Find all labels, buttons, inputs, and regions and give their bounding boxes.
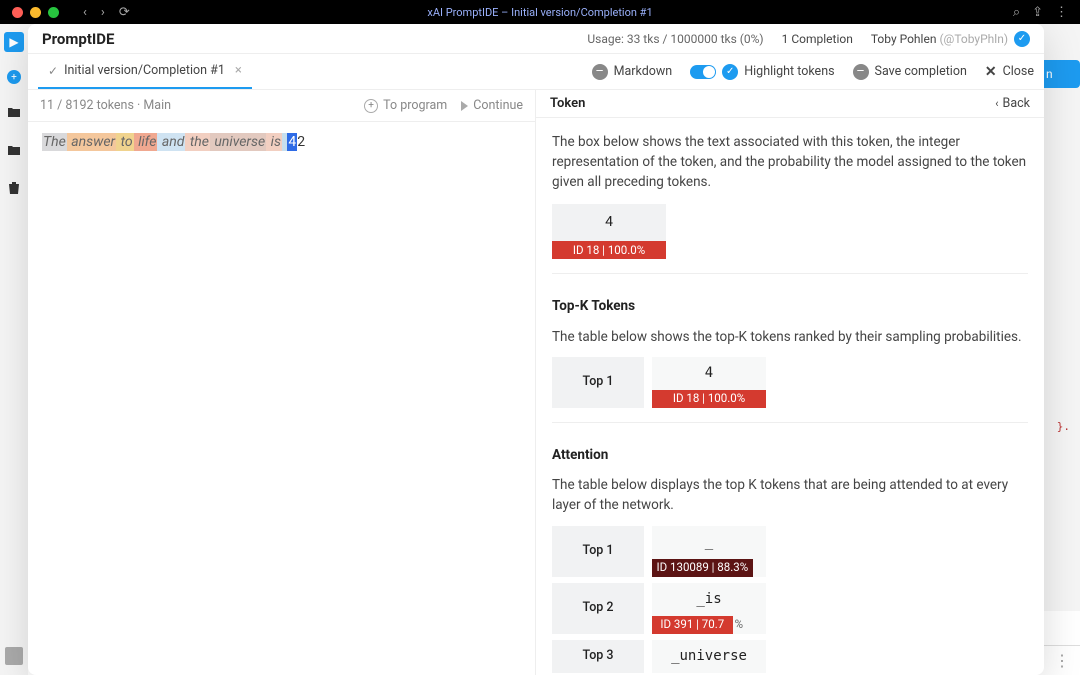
token[interactable]: 2 [297,134,305,150]
attention-row: Top 3 _universe [552,640,1028,673]
continue-button[interactable]: Continue [461,98,523,113]
rank-label: Top 3 [552,640,644,673]
topk-row: Top 1 4 ID 18 | 100.0% [552,357,1028,408]
token-intro-section: The box below shows the text associated … [552,132,1028,275]
attn-prob-bar: ID 391 | 70.7 [652,616,733,634]
window-title: xAI PromptIDE – Initial version/Completi… [427,6,652,19]
markdown-toggle[interactable]: – Markdown [592,64,673,80]
topk-prob-bar: ID 18 | 100.0% [652,390,766,408]
nav-refresh-icon[interactable]: ⟳ [119,5,130,20]
usage-counter: Usage: 33 tks / 1000000 tks (0%) [587,32,763,46]
verified-badge-icon: ✓ [1014,31,1030,47]
close-icon: ✕ [985,64,997,80]
topk-section: Top-K Tokens The table below shows the t… [552,296,1028,423]
token-status: 11 / 8192 tokens · Main [40,98,171,113]
rail-logo-icon [5,647,23,665]
search-icon[interactable]: ⌕ [1013,5,1020,20]
check-circle-icon: ✓ [722,64,738,80]
menu-dots-icon[interactable]: ⋮ [1055,5,1068,20]
attention-section: Attention The table below displays the t… [552,445,1028,673]
prompt-text[interactable]: The answer to life and the universe is 4… [28,122,535,162]
background-code-brace: }. [1057,420,1070,433]
close-window-button[interactable] [12,7,23,18]
token-info-header: Token ‹ Back [536,90,1044,118]
attention-row: Top 2 _is ID 391 | 70.7 % [552,583,1028,634]
switch-icon [690,65,716,79]
rank-label: Top 1 [552,526,644,577]
attention-title: Attention [552,445,1028,465]
rail-run-icon[interactable]: ▶ [4,32,24,52]
plus-circle-icon: + [364,99,378,113]
attention-row: Top 1 _ ID 130089 | 88.3% [552,526,1028,577]
topk-title: Top-K Tokens [552,296,1028,316]
token-intro-text: The box below shows the text associated … [552,132,1028,193]
topk-description: The table below shows the top-K tokens r… [552,327,1028,347]
completion-count: 1 Completion [782,32,853,46]
to-program-button[interactable]: + To program [364,98,447,113]
save-completion-button[interactable]: – Save completion [853,64,967,80]
token[interactable]: The [42,133,67,151]
attention-description: The table below displays the top K token… [552,475,1028,516]
token[interactable]: to [116,133,134,151]
token[interactable]: and [157,133,185,151]
prompt-subheader: 11 / 8192 tokens · Main + To program Con… [28,90,535,122]
user-handle: (@TobyPhln) [939,32,1008,46]
topk-token-value: 4 [652,357,766,390]
token[interactable]: answer [67,133,116,151]
minus-circle-icon: – [853,64,869,80]
traffic-lights [12,7,59,18]
token[interactable]: is [266,133,282,151]
toolbar-row: ✓ Initial version/Completion #1 × – Mark… [28,54,1044,90]
tab-close-icon[interactable]: × [235,63,242,78]
rank-label: Top 2 [552,583,644,634]
prompt-pane: 11 / 8192 tokens · Main + To program Con… [28,90,536,675]
play-icon [461,101,468,111]
maximize-window-button[interactable] [48,7,59,18]
token-prob-bar: ID 18 | 100.0% [552,241,666,259]
window-titlebar: ‹ › ⟳ xAI PromptIDE – Initial version/Co… [0,0,1080,24]
tab-completion[interactable]: ✓ Initial version/Completion #1 × [38,54,252,89]
rail-database-icon[interactable] [4,140,24,160]
browser-nav: ‹ › ⟳ [83,5,130,20]
attn-prob-extra: % [735,616,743,633]
minimize-window-button[interactable] [30,7,41,18]
close-button[interactable]: ✕ Close [985,64,1034,80]
token-info-pane: Token ‹ Back The box below shows the tex… [536,90,1044,675]
tab-check-icon: ✓ [48,64,58,78]
nav-forward-icon[interactable]: › [101,5,105,20]
minus-circle-icon: – [592,64,608,80]
token-value: 4 [552,204,666,241]
titlebar-right: ⌕ ⇪ ⋮ [1013,5,1068,20]
rank-label: Top 1 [552,357,644,408]
share-icon[interactable]: ⇪ [1032,5,1043,20]
completion-modal: PromptIDE Usage: 33 tks / 1000000 tks (0… [28,24,1044,675]
token[interactable]: life [134,133,158,151]
rail-folder-icon[interactable] [4,102,24,122]
app-title: PromptIDE [42,30,114,48]
highlight-toggle[interactable]: ✓ Highlight tokens [690,64,834,80]
token-box: 4 [552,204,666,241]
user-name[interactable]: Toby Pohlen (@TobyPhln) [871,32,1008,46]
token-info-title: Token [550,96,585,111]
background-run-button-sliver[interactable]: n [1044,60,1080,88]
tab-label: Initial version/Completion #1 [64,63,225,78]
attn-token-value: _is [652,583,766,616]
rail-add-icon[interactable]: + [7,70,21,84]
chevron-left-icon: ‹ [995,97,998,110]
attn-token-value: _ [652,526,766,559]
token[interactable]: universe [210,133,266,151]
back-button[interactable]: ‹ Back [995,96,1030,111]
nav-back-icon[interactable]: ‹ [83,5,87,20]
attn-token-value: _universe [652,640,766,673]
status-menu-icon[interactable]: ⋮ [1054,651,1070,670]
attn-prob-bar: ID 130089 | 88.3% [652,559,753,577]
token-selected[interactable]: 4 [287,133,297,151]
left-rail: ▶ + [0,24,28,675]
app-header: PromptIDE Usage: 33 tks / 1000000 tks (0… [28,24,1044,54]
token[interactable]: the [185,133,210,151]
rail-trash-icon[interactable] [4,178,24,198]
